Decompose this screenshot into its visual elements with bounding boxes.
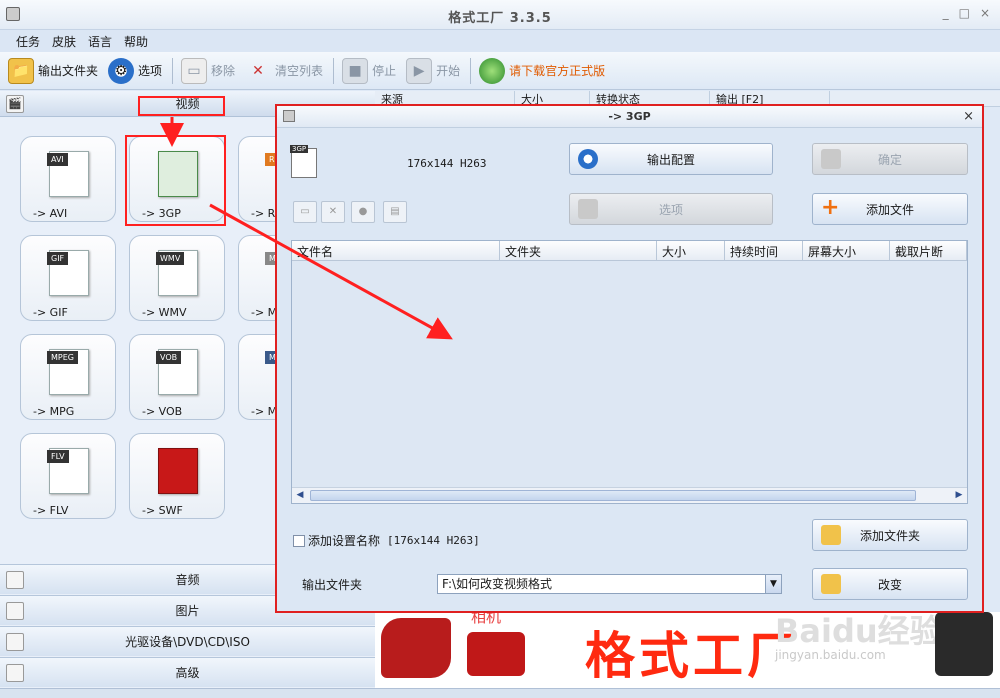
play-icon[interactable]: ● [351, 201, 375, 223]
output-config-button[interactable]: 输出配置 [569, 143, 773, 175]
3gp-format-icon: 3GP [290, 145, 317, 178]
dialog-title-bar: -> 3GP × [277, 106, 982, 128]
menu-language[interactable]: 语言 [82, 30, 118, 52]
col-screen-size[interactable]: 屏幕大小 [803, 241, 890, 260]
output-folder-label: 输出文件夹 [302, 578, 363, 592]
ad-banner: 相机 格式工厂 Baidu经验 jingyan.baidu.com [375, 608, 1000, 688]
maximize-button[interactable]: □ [959, 6, 970, 20]
folder-add-icon [821, 525, 841, 545]
output-folder-select[interactable]: F:\如何改变视频格式 ▼ [437, 574, 782, 594]
col-folder[interactable]: 文件夹 [500, 241, 657, 260]
stop-button[interactable]: ■ 停止 [342, 57, 396, 84]
camera-image [467, 632, 525, 676]
format-wmv[interactable]: WMV -> WMV [129, 235, 225, 321]
clear-list-button[interactable]: ✕ 清空列表 [245, 58, 323, 84]
phone-image [935, 612, 993, 676]
remove-button[interactable]: ▭ 移除 [181, 57, 235, 84]
horizontal-scrollbar[interactable]: ◀ ▶ [292, 487, 967, 503]
options-button[interactable]: ⚙ 选项 [108, 57, 162, 84]
category-optical[interactable]: 光驱设备\DVD\CD\ISO [0, 626, 375, 656]
scroll-right-icon[interactable]: ▶ [952, 489, 966, 502]
info-icon[interactable]: ▤ [383, 201, 407, 223]
camcorder-image [381, 618, 451, 678]
close-button[interactable]: × [980, 6, 990, 20]
start-button[interactable]: ▶ 开始 [406, 57, 460, 84]
ok-button[interactable]: 确定 [812, 143, 968, 175]
change-button[interactable]: 改变 [812, 568, 968, 600]
folder-open-icon [821, 574, 841, 594]
dialog-icon [283, 110, 295, 122]
highlight-video-tab [138, 96, 225, 116]
arrow-right-icon [821, 149, 841, 169]
remove-file-icon[interactable]: ▭ [293, 201, 317, 223]
music-icon [6, 571, 24, 589]
globe-icon [479, 57, 506, 84]
add-folder-button[interactable]: 添加文件夹 [812, 519, 968, 551]
stop-icon: ■ [342, 57, 369, 84]
category-advanced[interactable]: 高级 [0, 657, 375, 687]
film-icon: 🎬 [6, 95, 24, 113]
highlight-3gp-tile [125, 135, 226, 226]
gear-icon: ⚙ [108, 57, 135, 84]
picture-icon [6, 602, 24, 620]
toolbar: 📁 输出文件夹 ⚙ 选项 ▭ 移除 ✕ 清空列表 ■ 停止 ▶ 开始 请下载官方… [0, 52, 1000, 90]
format-swf[interactable]: -> SWF [129, 433, 225, 519]
scroll-left-icon[interactable]: ◀ [293, 489, 307, 502]
clear-icon: ✕ [252, 62, 264, 79]
col-clip[interactable]: 截取片断 [890, 241, 967, 260]
plus-icon: + [821, 195, 840, 220]
window-title: 格式工厂 3.3.5 [448, 11, 552, 26]
format-avi[interactable]: AVI -> AVI [20, 136, 116, 222]
chevron-down-icon[interactable]: ▼ [765, 575, 781, 593]
format-spec: 176x144 H263 [407, 157, 487, 170]
checkbox-box[interactable] [293, 534, 305, 547]
col-duration[interactable]: 持续时间 [725, 241, 803, 260]
add-setting-name-checkbox[interactable]: 添加设置名称 [176x144 H263] [293, 532, 480, 549]
scroll-thumb[interactable] [310, 490, 916, 501]
folder-icon: 📁 [8, 57, 34, 84]
title-bar: 格式工厂 3.3.5 _ □ × [0, 0, 1000, 30]
menu-task[interactable]: 任务 [10, 30, 46, 52]
minimize-button[interactable]: _ [943, 6, 949, 20]
dialog-options-button[interactable]: 选项 [569, 193, 773, 225]
swf-file-icon [158, 448, 198, 494]
advanced-icon [6, 664, 24, 682]
config-icon [578, 149, 598, 169]
delete-file-icon[interactable]: ✕ [321, 201, 345, 223]
menu-bar: 任务 皮肤 语言 帮助 [0, 30, 1000, 52]
file-list-header: 文件名 文件夹 大小 持续时间 屏幕大小 截取片断 [292, 241, 967, 261]
output-folder-button[interactable]: 📁 输出文件夹 [8, 57, 98, 84]
film-strip-icon [578, 199, 598, 219]
convert-dialog: -> 3GP × 3GP 176x144 H263 输出配置 确定 ▭ ✕ ● … [275, 104, 984, 613]
col-filesize[interactable]: 大小 [657, 241, 725, 260]
col-filename[interactable]: 文件名 [292, 241, 500, 260]
menu-help[interactable]: 帮助 [118, 30, 154, 52]
file-list[interactable]: 文件名 文件夹 大小 持续时间 屏幕大小 截取片断 ◀ ▶ [291, 240, 968, 504]
add-file-button[interactable]: + 添加文件 [812, 193, 968, 225]
disc-icon [6, 633, 24, 651]
status-bar [0, 688, 1000, 698]
remove-icon: ▭ [181, 57, 208, 84]
format-gif[interactable]: GIF -> GIF [20, 235, 116, 321]
format-mpg[interactable]: MPEG -> MPG [20, 334, 116, 420]
menu-skin[interactable]: 皮肤 [46, 30, 82, 52]
dialog-close-button[interactable]: × [963, 106, 974, 128]
format-vob[interactable]: VOB -> VOB [129, 334, 225, 420]
download-link[interactable]: 请下载官方正式版 [479, 57, 605, 84]
format-flv[interactable]: FLV -> FLV [20, 433, 116, 519]
start-icon: ▶ [406, 57, 433, 84]
